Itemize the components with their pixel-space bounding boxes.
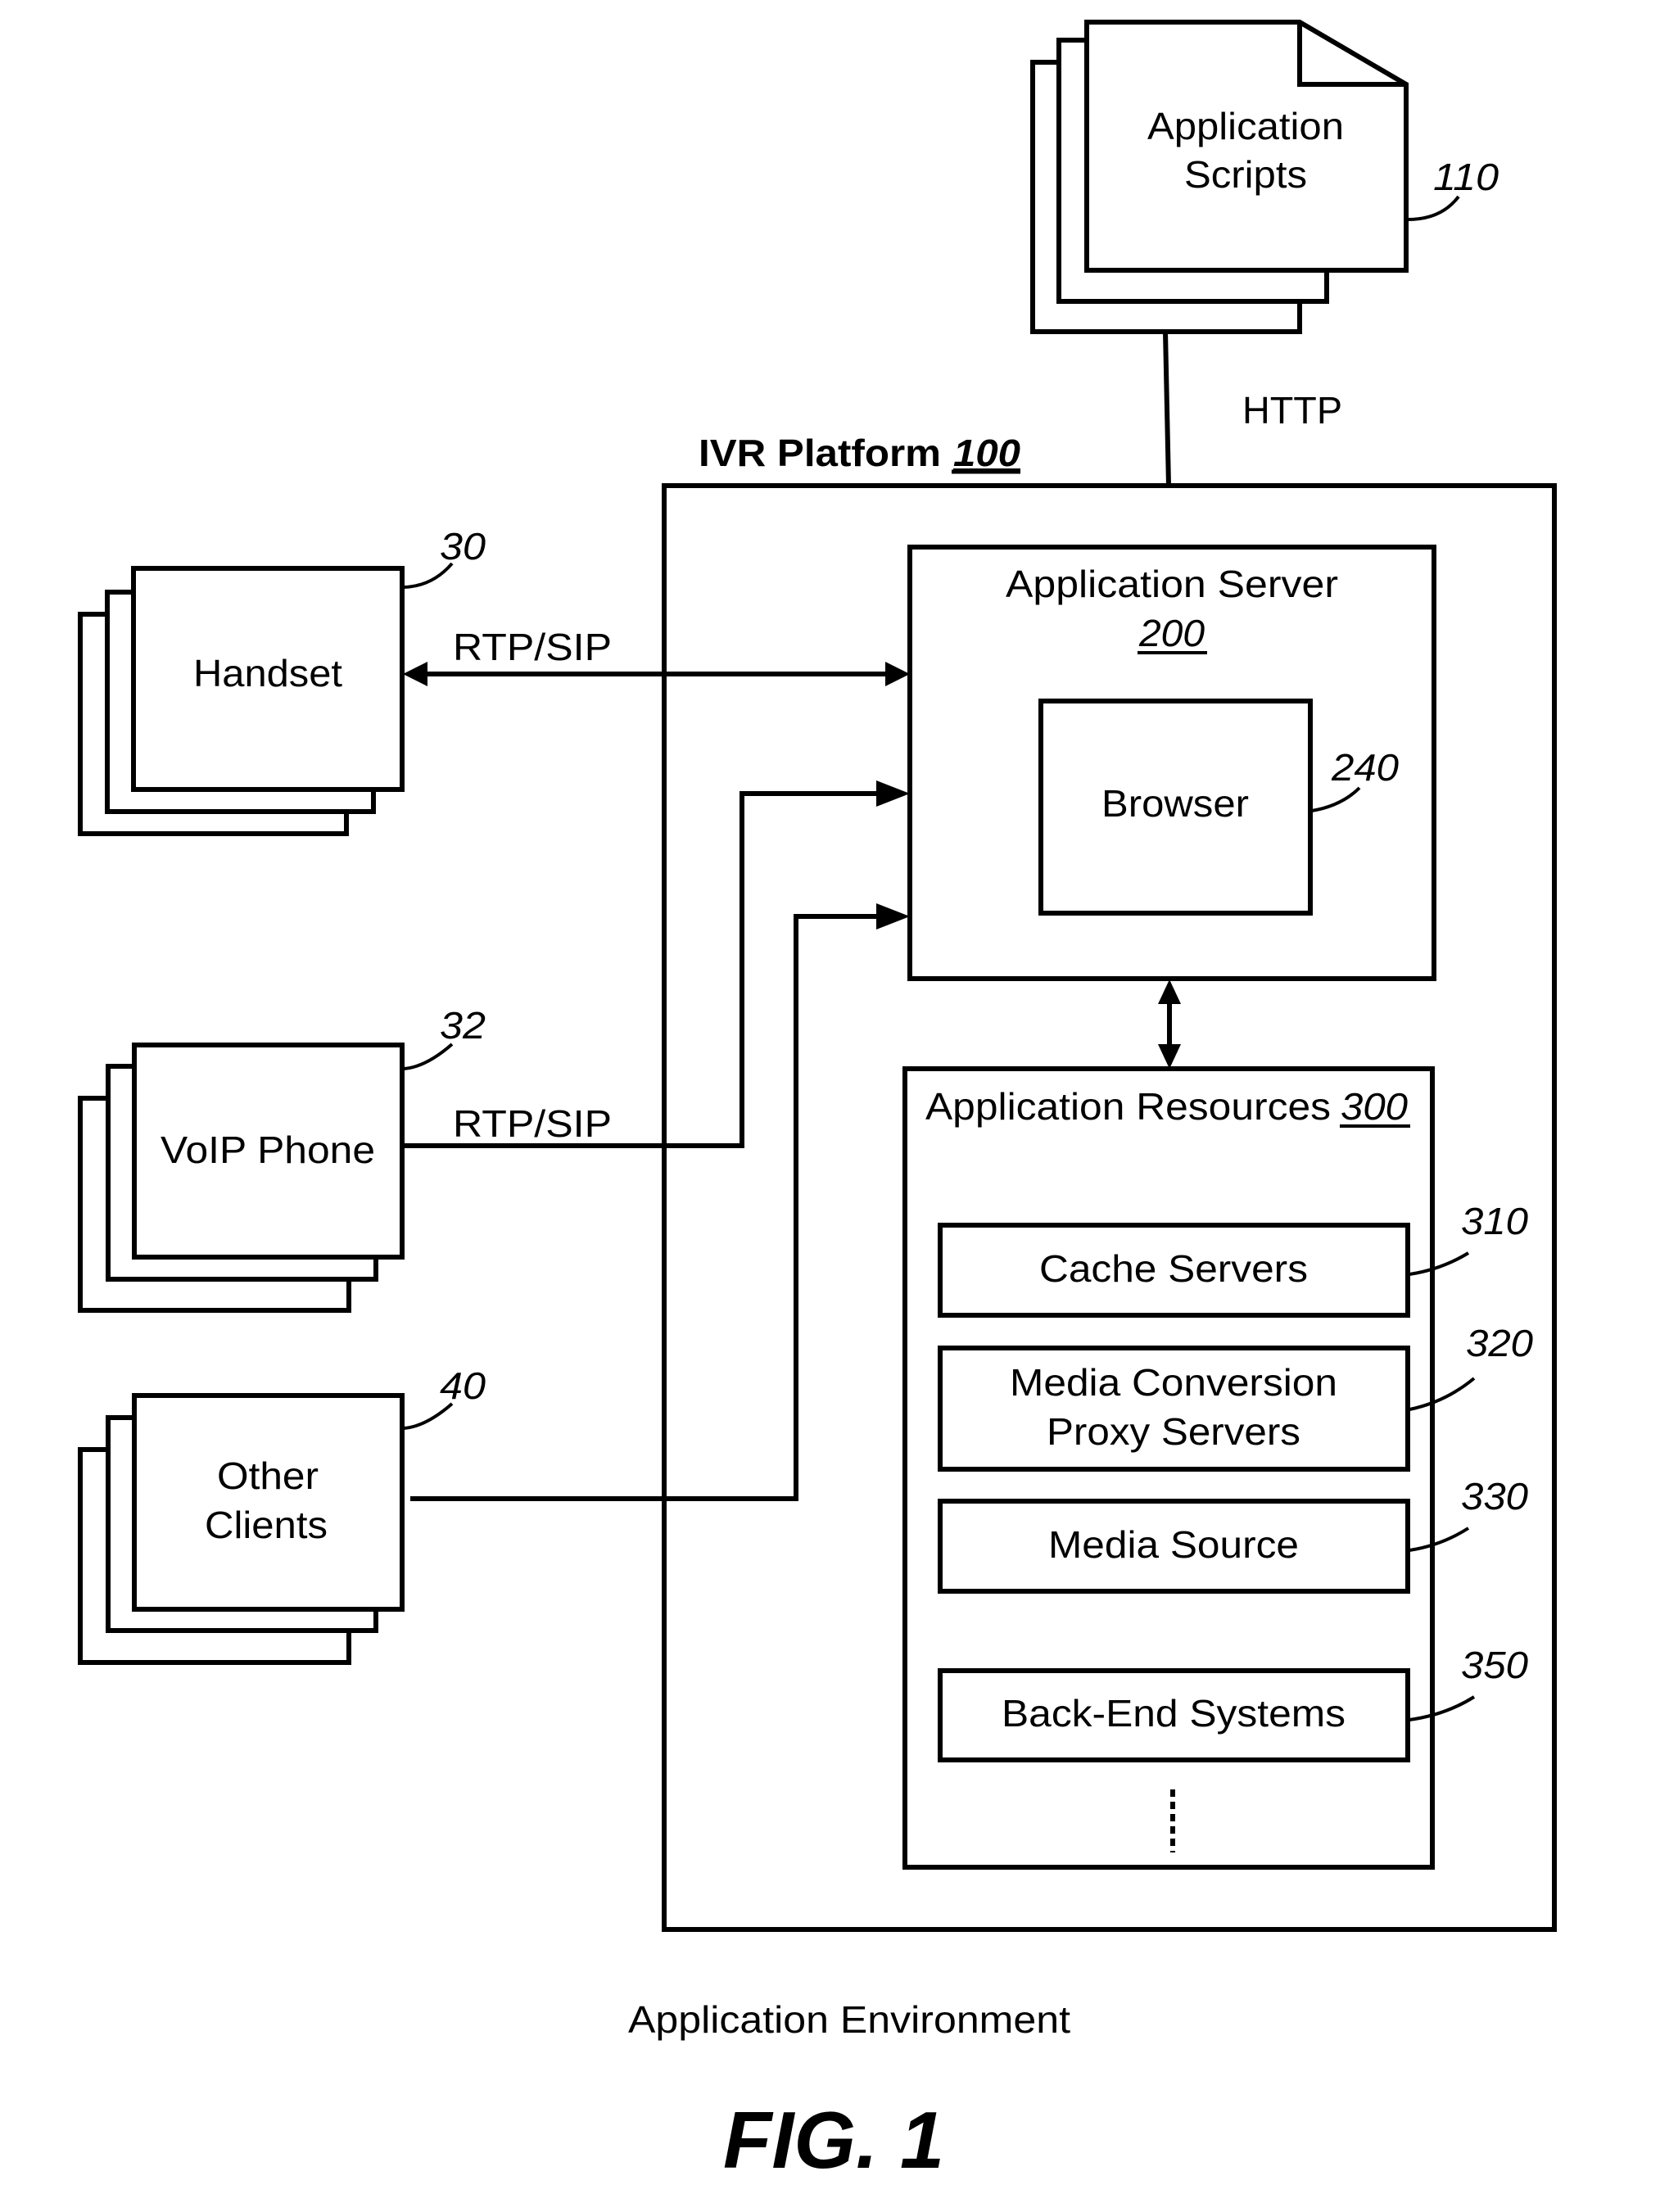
ref-numeral-32: 32 [440,1004,486,1047]
arrowhead-left-icon [403,662,427,686]
ref-numeral-240: 240 [1331,746,1400,789]
voip-phone-node: VoIP Phone 32 [78,1004,486,1313]
ref-numeral-110: 110 [1433,156,1499,198]
ivr-platform-ref: 100 [953,432,1020,474]
application-server-node: Application Server 200 Browser 240 [907,545,1436,981]
figure-caption: Application Environment [628,1998,1070,2041]
voip-phone-label: VoIP Phone [161,1129,375,1171]
media-source-label: Media Source [1048,1523,1299,1566]
ref-numeral-320: 320 [1466,1322,1533,1364]
ref-numeral-40: 40 [440,1364,486,1407]
handset-label: Handset [193,652,342,694]
application-server-title: Application Server [1006,563,1338,605]
application-scripts-label-line2: Scripts [1184,153,1307,196]
back-end-systems-label: Back-End Systems [1002,1692,1346,1735]
application-server-ref: 200 [1138,612,1205,654]
other-clients-label-line2: Clients [205,1504,328,1546]
leader-line-40 [403,1402,454,1430]
other-clients-label-line1: Other [217,1454,319,1497]
ref-numeral-310: 310 [1461,1200,1528,1242]
cache-servers-label: Cache Servers [1039,1247,1308,1290]
other-clients-node: Other Clients 40 [78,1364,486,1665]
media-conversion-label-line1: Media Conversion [1010,1361,1337,1404]
application-scripts-label-line1: Application [1147,105,1344,147]
other-clients-box [132,1393,405,1612]
http-label: HTTP [1242,389,1342,432]
application-scripts-node: Application Scripts 110 [1030,20,1499,334]
browser-label: Browser [1101,782,1249,825]
media-conversion-label-line2: Proxy Servers [1047,1410,1300,1453]
leader-line-110 [1407,195,1460,221]
application-environment-diagram: Application Scripts 110 HTTP IVR Platfor… [78,20,1557,2185]
ref-numeral-30: 30 [440,525,486,568]
figure-label: FIG. 1 [723,2095,944,2185]
application-resources-title: Application Resources [925,1085,1331,1128]
leader-line-32 [403,1043,454,1070]
ref-numeral-350: 350 [1461,1644,1528,1686]
application-resources-ref: 300 [1341,1085,1408,1128]
voip-connection-label: RTP/SIP [453,1102,612,1145]
ivr-platform-title: IVR Platform [699,432,941,474]
handset-connection-label: RTP/SIP [453,626,612,668]
ref-numeral-330: 330 [1461,1475,1528,1518]
